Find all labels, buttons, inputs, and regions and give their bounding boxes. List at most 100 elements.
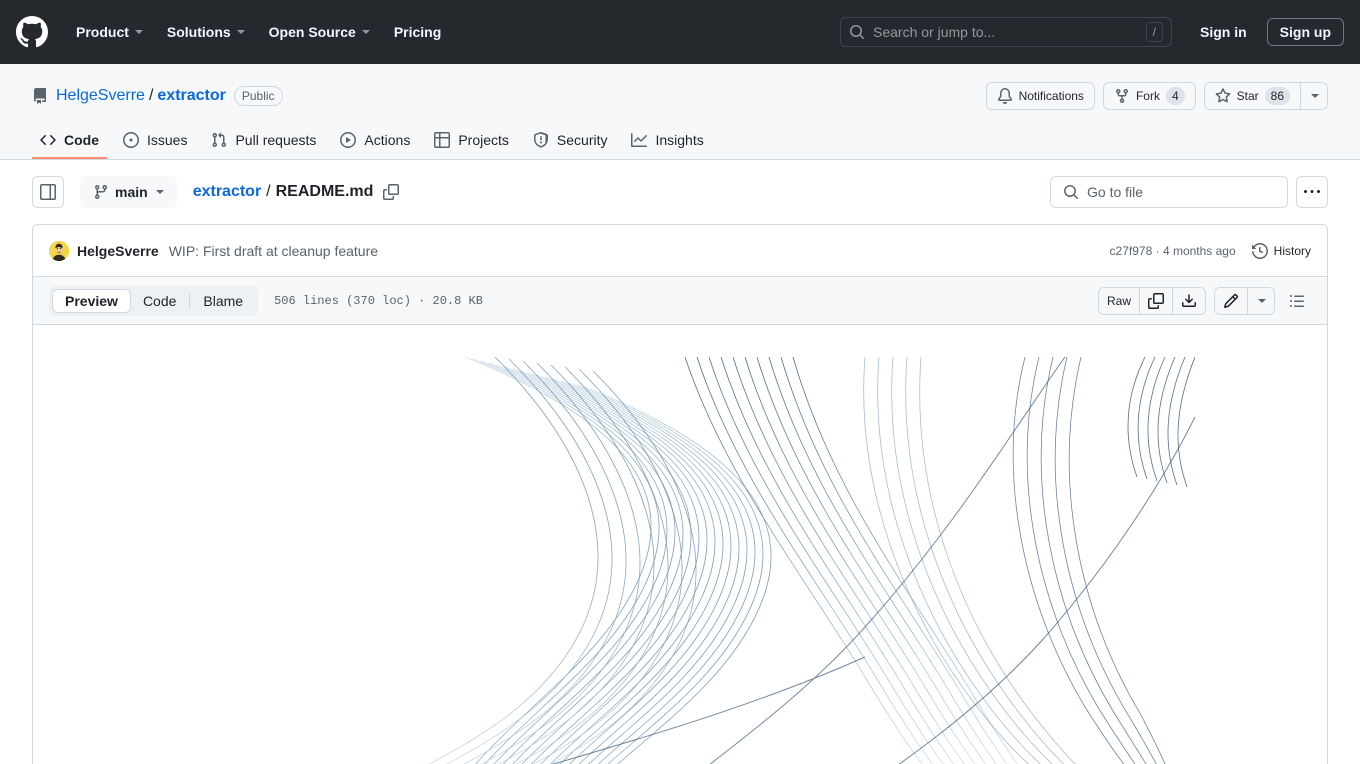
- tab-insights-label: Insights: [655, 132, 704, 148]
- readme-banner-image: [165, 357, 1195, 764]
- tab-insights[interactable]: Insights: [623, 124, 711, 159]
- git-branch-icon: [93, 184, 109, 200]
- repository-tabs: Code Issues Pull requests Actions Projec…: [32, 124, 1328, 159]
- notifications-label: Notifications: [1018, 89, 1084, 103]
- tab-code[interactable]: Code: [32, 124, 107, 159]
- fork-button[interactable]: Fork 4: [1102, 82, 1196, 110]
- tab-code-label: Code: [64, 132, 99, 148]
- sidebar-expand-icon[interactable]: [32, 176, 64, 208]
- tab-pull-requests-label: Pull requests: [235, 132, 317, 148]
- branch-selector[interactable]: main: [80, 176, 177, 208]
- global-header: Product Solutions Open Source Pricing Se…: [0, 0, 1360, 64]
- repo-title-separator: /: [148, 87, 154, 104]
- global-nav: Product Solutions Open Source Pricing: [64, 16, 453, 48]
- file-navigation-bar: main extractor / README.md Go to file: [32, 160, 1328, 208]
- star-button-group: Star 86: [1203, 82, 1328, 110]
- repo-owner-link[interactable]: HelgeSverre: [56, 87, 145, 105]
- github-mark-icon[interactable]: [16, 16, 48, 48]
- view-mode-blame[interactable]: Blame: [191, 289, 255, 313]
- play-icon: [340, 132, 357, 148]
- repo-forked-icon: [1114, 88, 1130, 104]
- raw-copy-download-group: Raw: [1097, 286, 1206, 315]
- search-input[interactable]: Search or jump to... /: [840, 17, 1172, 47]
- tab-pull-requests[interactable]: Pull requests: [203, 124, 324, 159]
- commit-meta-cluster: c27f978 · 4 months ago History: [1110, 242, 1311, 259]
- raw-button[interactable]: Raw: [1098, 287, 1140, 314]
- commit-author[interactable]: HelgeSverre: [77, 243, 159, 259]
- nav-item-product-label: Product: [76, 24, 129, 40]
- triangle-down-icon: [1258, 298, 1266, 303]
- star-dropdown-button[interactable]: [1301, 82, 1328, 110]
- tab-actions[interactable]: Actions: [332, 124, 418, 159]
- file-toolbar-actions: Raw: [1097, 286, 1311, 315]
- search-icon: [1063, 184, 1079, 200]
- kebab-horizontal-icon[interactable]: [1296, 176, 1328, 208]
- nav-item-solutions-label: Solutions: [166, 24, 231, 40]
- tab-issues[interactable]: Issues: [115, 124, 195, 159]
- view-mode-code[interactable]: Code: [131, 289, 188, 313]
- star-label: Star: [1236, 89, 1259, 103]
- tab-projects[interactable]: Projects: [426, 124, 517, 159]
- chevron-down-icon: [361, 30, 370, 34]
- nav-item-pricing[interactable]: Pricing: [382, 16, 453, 48]
- search-icon: [849, 24, 865, 40]
- repository-actions: Notifications Fork 4 Star 86: [985, 82, 1328, 110]
- sign-up-button[interactable]: Sign up: [1266, 18, 1344, 46]
- branch-name-label: main: [115, 184, 148, 200]
- download-icon[interactable]: [1173, 287, 1205, 314]
- issue-opened-icon: [123, 132, 139, 148]
- breadcrumb: extractor / README.md: [193, 183, 400, 201]
- history-label: History: [1273, 243, 1311, 258]
- visibility-badge: Public: [233, 86, 283, 106]
- commit-hash-and-time: c27f978 · 4 months ago: [1110, 244, 1236, 258]
- repo-name-link[interactable]: extractor: [157, 87, 225, 105]
- chevron-down-icon: [236, 30, 245, 34]
- nav-item-solutions[interactable]: Solutions: [155, 16, 257, 48]
- sign-in-link[interactable]: Sign in: [1188, 18, 1259, 46]
- nav-item-open-source[interactable]: Open Source: [257, 16, 382, 48]
- go-to-file-placeholder: Go to file: [1087, 184, 1144, 200]
- star-icon: [1215, 88, 1231, 104]
- bell-icon: [997, 88, 1013, 104]
- tab-security-label: Security: [556, 132, 608, 148]
- nav-item-product[interactable]: Product: [64, 16, 155, 48]
- star-button[interactable]: Star 86: [1203, 82, 1301, 110]
- fork-count: 4: [1165, 87, 1185, 105]
- breadcrumb-root-link[interactable]: extractor: [193, 183, 261, 201]
- repo-icon: [32, 88, 48, 104]
- commit-meta-separator: ·: [1155, 243, 1160, 258]
- copy-icon[interactable]: [1140, 287, 1173, 314]
- repository-title: HelgeSverre / extractor Public: [56, 86, 283, 106]
- edit-button-group: [1214, 286, 1275, 315]
- commit-hash[interactable]: c27f978: [1110, 244, 1153, 258]
- tab-security[interactable]: Security: [525, 124, 616, 159]
- table-icon: [434, 132, 451, 148]
- file-meta-info: 506 lines (370 loc) · 20.8 KB: [274, 293, 483, 308]
- copy-path-icon[interactable]: [383, 184, 400, 200]
- star-count: 86: [1264, 87, 1290, 105]
- edit-dropdown-button[interactable]: [1248, 287, 1274, 314]
- nav-item-open-source-label: Open Source: [268, 24, 356, 40]
- tab-issues-label: Issues: [147, 132, 188, 148]
- commit-relative-time: 4 months ago: [1162, 243, 1236, 258]
- graph-icon: [631, 132, 648, 148]
- go-to-file-input[interactable]: Go to file: [1050, 176, 1288, 208]
- tab-projects-label: Projects: [458, 132, 509, 148]
- file-view-toolbar: Preview Code Blame 506 lines (370 loc) ·…: [33, 277, 1327, 325]
- file-nav-right-cluster: Go to file: [1050, 176, 1328, 208]
- commit-message[interactable]: WIP: First draft at cleanup feature: [169, 243, 378, 259]
- view-mode-switch: Preview Code Blame: [49, 285, 259, 316]
- pencil-icon[interactable]: [1215, 287, 1248, 314]
- triangle-down-icon: [1311, 94, 1319, 98]
- git-pull-request-icon: [211, 132, 227, 148]
- shield-icon: [533, 132, 549, 148]
- fork-label: Fork: [1135, 89, 1160, 103]
- avatar[interactable]: [49, 240, 69, 261]
- notifications-button[interactable]: Notifications: [985, 82, 1095, 110]
- breadcrumb-separator: /: [266, 183, 271, 200]
- header-right-cluster: Search or jump to... / Sign in Sign up: [840, 17, 1344, 47]
- list-unordered-icon[interactable]: [1283, 287, 1311, 315]
- tab-actions-label: Actions: [364, 132, 411, 148]
- view-mode-preview[interactable]: Preview: [52, 288, 131, 313]
- history-link[interactable]: History: [1251, 242, 1311, 259]
